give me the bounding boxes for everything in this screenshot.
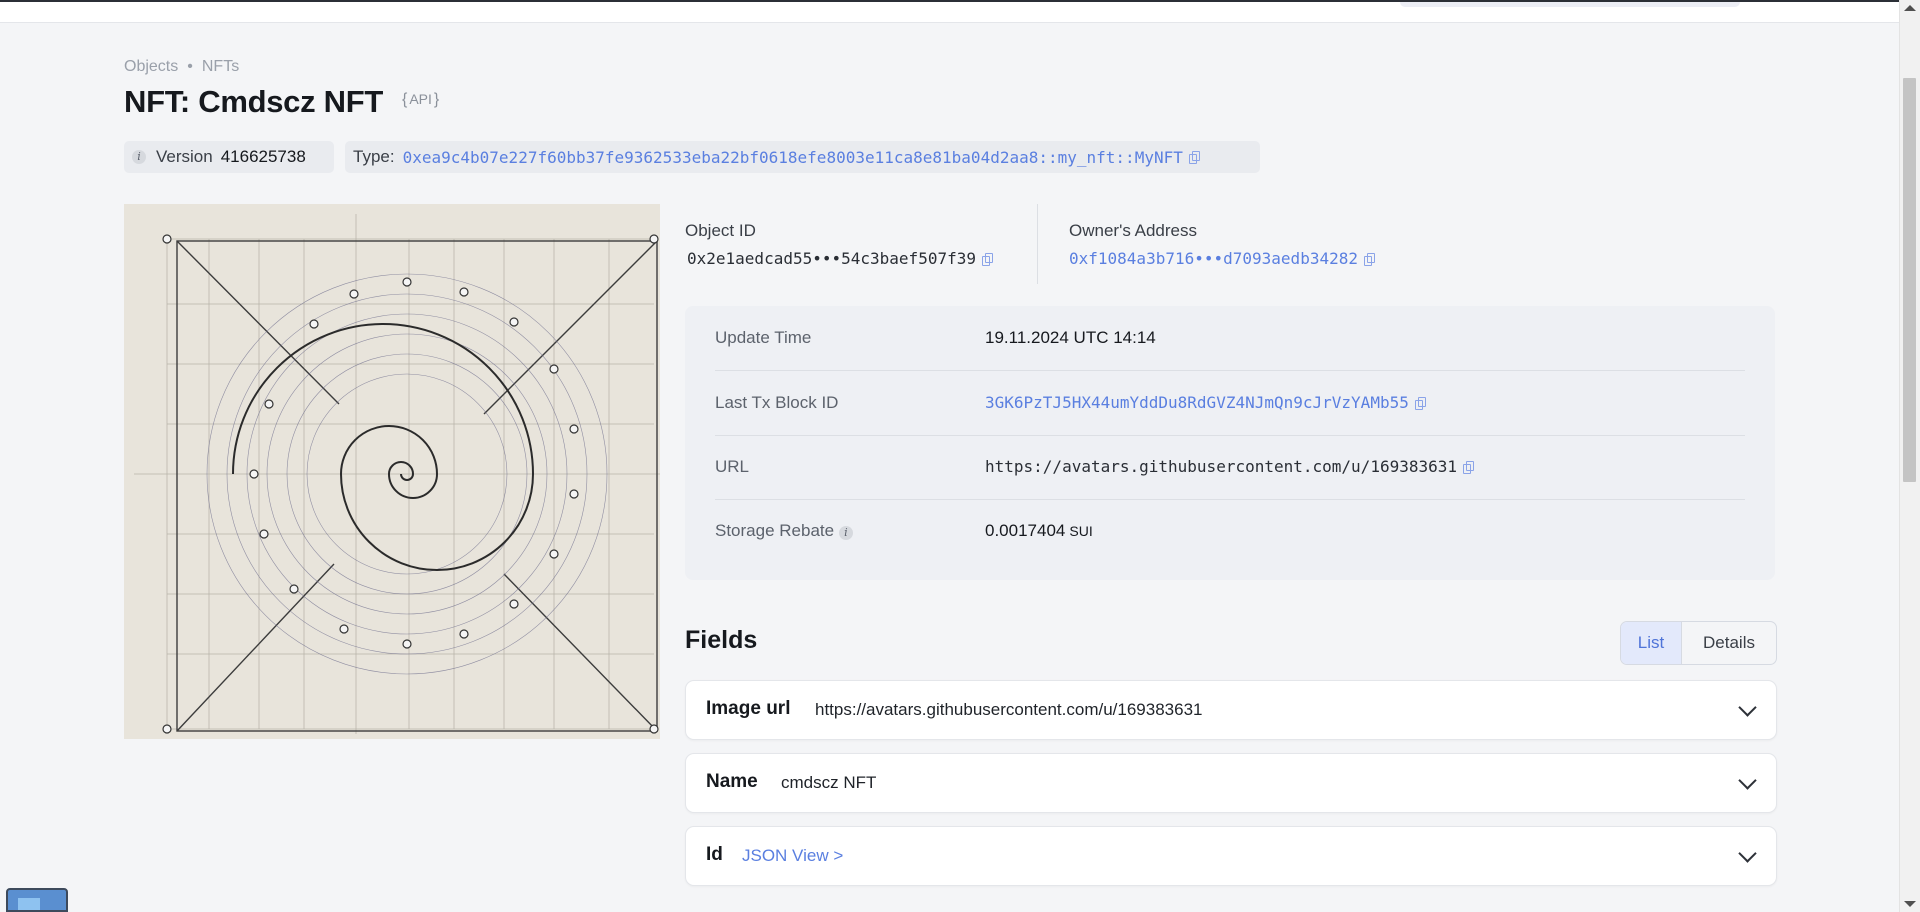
info-icon[interactable]: i [132, 150, 146, 164]
fields-heading: Fields [685, 626, 758, 654]
owner-address-value: 0xf1084a3b716•••d7093aedb34282 [1069, 249, 1375, 268]
object-id-text: 0x2e1aedcad55•••54c3baef507f39 [687, 249, 976, 268]
copy-icon[interactable] [1463, 461, 1475, 474]
field-value: https://avatars.githubusercontent.com/u/… [815, 700, 1203, 719]
update-time-label: Update Time [715, 328, 812, 347]
storage-rebate-label-text: Storage Rebate [715, 521, 835, 540]
object-id-value: 0x2e1aedcad55•••54c3baef507f39 [687, 249, 993, 268]
scrollbar-thumb[interactable] [1903, 78, 1916, 482]
top-navigation-bar [0, 0, 1900, 22]
field-name: Name [706, 771, 758, 792]
property-row-url: URL https://avatars.githubusercontent.co… [715, 435, 1745, 500]
url-value: https://avatars.githubusercontent.com/u/… [985, 435, 1475, 499]
page-scrollbar[interactable] [1899, 0, 1920, 912]
scroll-down-icon[interactable] [1904, 901, 1916, 907]
chevron-down-icon[interactable] [1738, 698, 1757, 717]
breadcrumb-nfts[interactable]: NFTs [202, 58, 239, 75]
storage-rebate-amount: 0.0017404 [985, 521, 1066, 540]
search-bar-edge[interactable] [1400, 2, 1740, 7]
storage-rebate-value: 0.0017404 SUI [985, 499, 1093, 563]
breadcrumb-objects[interactable]: Objects [124, 58, 178, 75]
breadcrumb-separator: • [187, 58, 193, 75]
last-tx-label: Last Tx Block ID [715, 393, 839, 412]
update-time-value: 19.11.2024 UTC 14:14 [985, 328, 1156, 347]
version-value: 416625738 [220, 147, 306, 166]
object-id-label: Object ID [685, 221, 756, 240]
storage-rebate-unit: SUI [1069, 523, 1093, 539]
copy-icon[interactable] [1363, 253, 1375, 266]
scroll-up-icon[interactable] [1904, 5, 1916, 11]
api-label: API [409, 91, 432, 107]
field-card-image-url[interactable]: Image url https://avatars.githubusercont… [685, 680, 1777, 740]
details-view-button[interactable]: Details [1682, 622, 1776, 664]
storage-rebate-label: Storage Rebate i [715, 499, 853, 563]
view-toggle: List Details [1620, 621, 1777, 665]
nft-spiral-artwork [124, 204, 660, 739]
field-name: Image url [706, 698, 791, 719]
divider [1037, 204, 1038, 284]
object-properties-card: Update Time 19.11.2024 UTC 14:14 Last Tx… [685, 306, 1775, 580]
type-chip: Type: 0xea9c4b07e227f60bb37fe9362533eba2… [345, 141, 1260, 173]
field-card-name[interactable]: Name cmdscz NFT [685, 753, 1777, 813]
last-tx-value: 3GK6PzTJ5HX44umYddDu8RdGVZ4NJmQn9cJrVzYA… [985, 371, 1426, 435]
owner-address-link[interactable]: 0xf1084a3b716•••d7093aedb34282 [1069, 249, 1358, 268]
taskbar-app-icon[interactable] [6, 888, 68, 912]
url-label: URL [715, 457, 750, 476]
copy-icon[interactable] [1414, 397, 1426, 410]
version-chip: i Version 416625738 [124, 141, 334, 173]
version-label: Version [156, 147, 213, 166]
api-link[interactable]: {API} [402, 91, 439, 109]
field-name: Id [706, 844, 723, 865]
property-row-storage-rebate: Storage Rebate i 0.0017404 SUI [715, 499, 1745, 563]
chevron-down-icon[interactable] [1738, 771, 1757, 790]
owner-address-label: Owner's Address [1069, 221, 1197, 240]
page-title: NFT: Cmdscz NFT [124, 84, 384, 119]
chevron-down-icon[interactable] [1738, 844, 1757, 863]
property-row-update-time: Update Time 19.11.2024 UTC 14:14 [715, 306, 1745, 371]
breadcrumb: Objects • NFTs [124, 58, 239, 76]
copy-icon[interactable] [1188, 150, 1200, 164]
property-row-last-tx: Last Tx Block ID 3GK6PzTJ5HX44umYddDu8Rd… [715, 371, 1745, 436]
info-icon[interactable]: i [838, 526, 853, 540]
field-card-id[interactable]: Id JSON View > [685, 826, 1777, 886]
list-view-button[interactable]: List [1621, 622, 1682, 664]
type-value-link[interactable]: 0xea9c4b07e227f60bb37fe9362533eba22bf061… [403, 148, 1183, 167]
nft-image [124, 204, 660, 739]
type-label: Type: [353, 147, 395, 166]
url-text: https://avatars.githubusercontent.com/u/… [985, 457, 1458, 476]
json-view-link[interactable]: JSON View > [742, 827, 843, 885]
field-value: cmdscz NFT [781, 773, 877, 792]
copy-icon[interactable] [981, 253, 993, 266]
last-tx-link[interactable]: 3GK6PzTJ5HX44umYddDu8RdGVZ4NJmQn9cJrVzYA… [985, 393, 1409, 412]
